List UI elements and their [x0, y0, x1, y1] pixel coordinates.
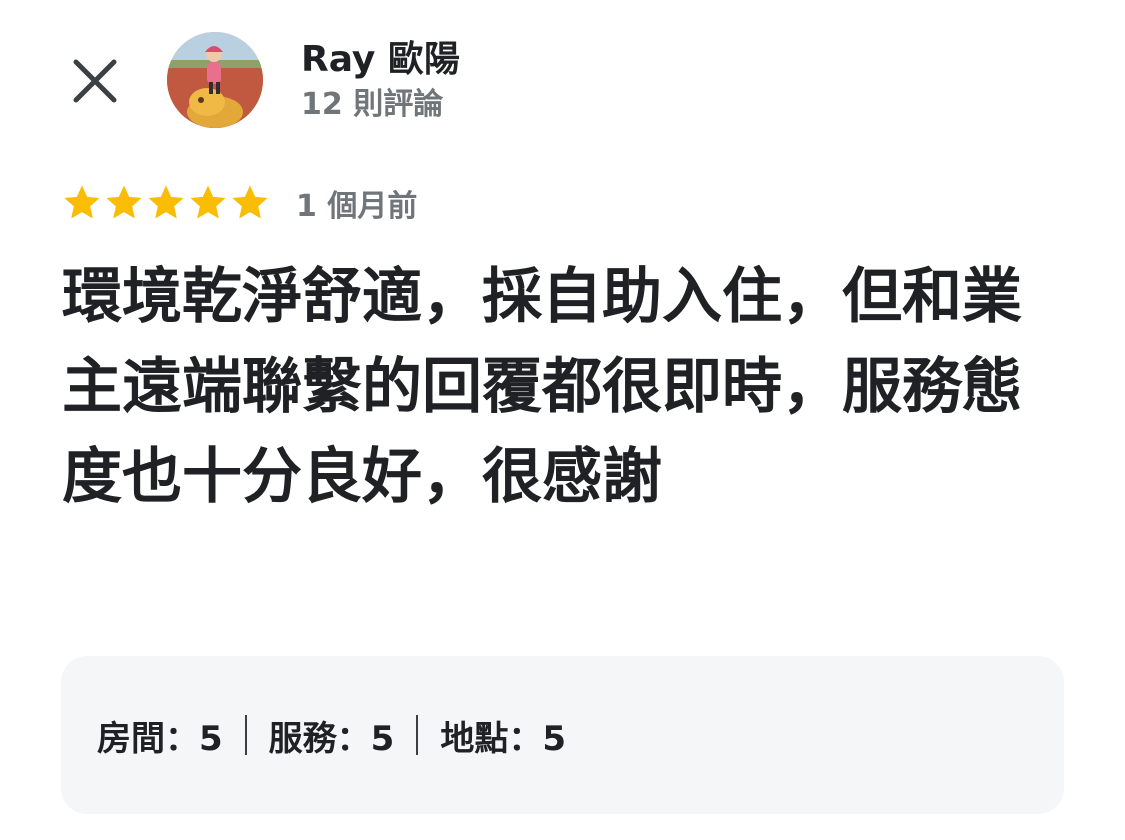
star-icon [190, 185, 226, 219]
subrating-location: 地點：5 [440, 718, 567, 759]
review-text: 環境乾淨舒適，採自助入住，但和業主遠端聯繫的回覆都很即時，服務態度也十分良好，很… [62, 262, 1022, 512]
divider [416, 715, 419, 755]
close-button[interactable] [62, 48, 128, 114]
close-icon [73, 59, 117, 103]
star-rating [62, 183, 272, 223]
star-icon [64, 185, 100, 219]
subratings-panel: 房間：5 服務：5 地點：5 [61, 656, 1064, 814]
time-ago: 1 個月前 [296, 189, 418, 224]
star-icon [232, 185, 268, 219]
reviewer-name[interactable]: Ray 歐陽 [301, 38, 460, 82]
star-icon [148, 185, 184, 219]
star-icon [106, 185, 142, 219]
divider [244, 715, 247, 755]
rating-row: 1 個月前 [62, 181, 417, 225]
subrating-room: 房間：5 [97, 718, 223, 759]
avatar[interactable] [167, 32, 263, 128]
review-count: 12 則評論 [301, 87, 444, 122]
avatar-photo [167, 32, 263, 128]
subrating-service: 服務：5 [268, 718, 395, 759]
